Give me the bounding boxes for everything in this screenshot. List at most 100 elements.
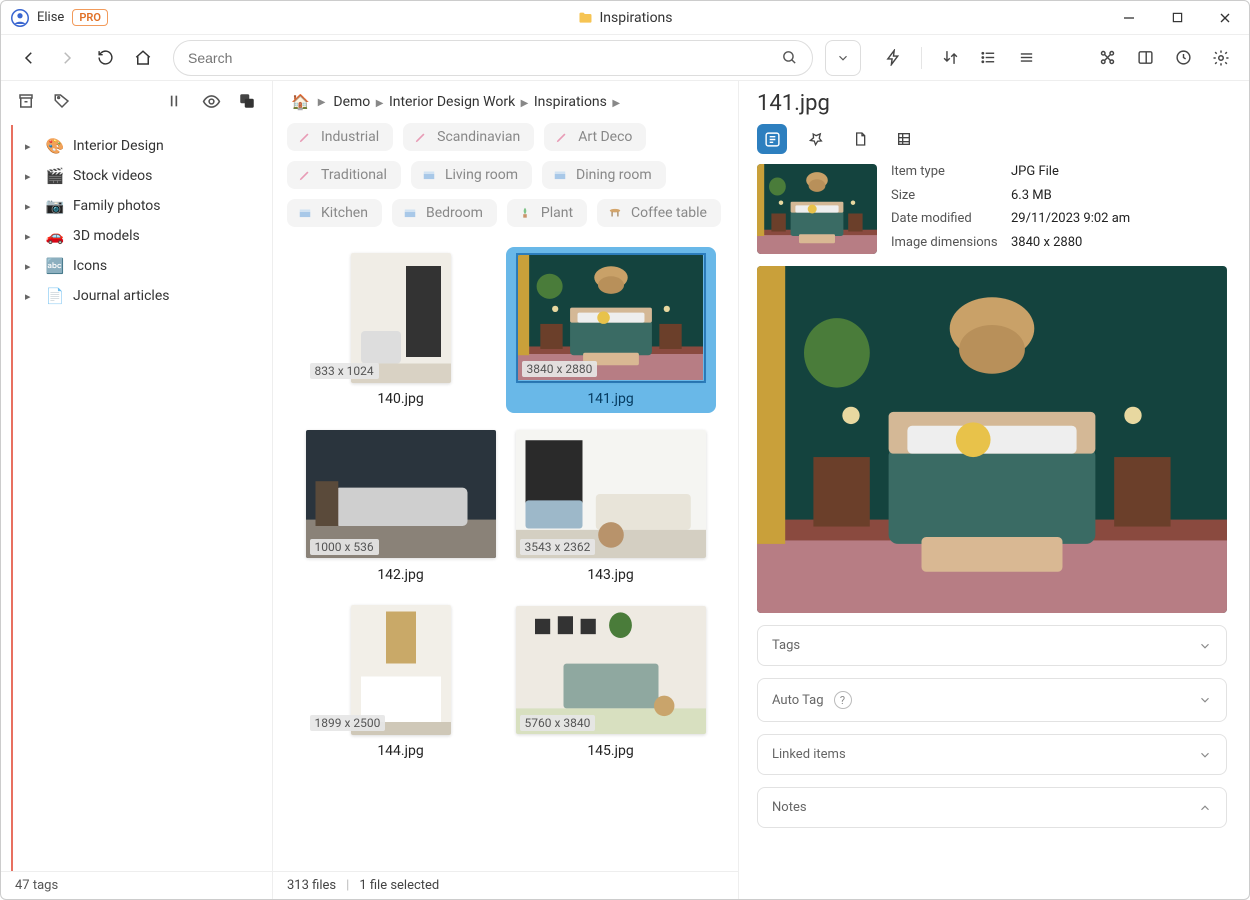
thumbnail-140-jpg[interactable]: 833 x 1024 140.jpg <box>296 247 506 413</box>
statusbar: 313 files | 1 file selected <box>273 871 738 899</box>
list-view-button[interactable] <box>972 42 1004 74</box>
thumbnail-image: 1000 x 536 <box>306 429 496 559</box>
tag-icon[interactable] <box>51 90 73 112</box>
panel-notes[interactable]: Notes <box>757 787 1227 828</box>
thumbnail-145-jpg[interactable]: 5760 x 3840 145.jpg <box>506 599 716 765</box>
thumbnail-filename: 140.jpg <box>377 391 423 407</box>
search-field[interactable] <box>173 40 813 76</box>
breadcrumb: 🏠 ▶ Demo ▶ Interior Design Work ▶ Inspir… <box>273 81 738 117</box>
thumbnail-image: 1899 x 2500 <box>306 605 496 735</box>
home-button[interactable] <box>127 42 159 74</box>
chevron-right-icon: ▶ <box>610 98 622 109</box>
details-preview <box>757 266 1227 613</box>
window-maximize-button[interactable] <box>1163 4 1191 32</box>
panel-autotag[interactable]: Auto Tag? <box>757 678 1227 722</box>
dimensions-badge: 1000 x 536 <box>310 539 379 555</box>
breadcrumb-segment[interactable]: Interior Design Work <box>389 94 515 110</box>
chevron-down-icon <box>1198 748 1212 762</box>
search-icon[interactable] <box>781 49 798 66</box>
stack-icon[interactable] <box>236 90 258 112</box>
separator <box>921 47 922 69</box>
thumbnail-143-jpg[interactable]: 3543 x 2362 143.jpg <box>506 423 716 589</box>
chip-label: Plant <box>541 205 573 221</box>
help-icon[interactable]: ? <box>834 691 852 709</box>
columns-icon[interactable] <box>164 90 186 112</box>
meta-value: 6.3 MB <box>1011 188 1130 208</box>
quick-action-button[interactable] <box>877 42 909 74</box>
dimensions-badge: 1899 x 2500 <box>310 715 386 731</box>
thumbnail-144-jpg[interactable]: 1899 x 2500 144.jpg <box>296 599 506 765</box>
panel-toggle-button[interactable] <box>1129 42 1161 74</box>
chevron-right-icon: ▶ <box>374 98 386 109</box>
meta-value: 29/11/2023 9:02 am <box>1011 211 1130 231</box>
nav-forward-button[interactable] <box>51 42 83 74</box>
sidebar-item-icons[interactable]: ▸ 🔤 Icons <box>19 251 272 281</box>
filter-chip-bedroom[interactable]: Bedroom <box>392 199 497 227</box>
folder-icon <box>577 10 593 26</box>
sort-button[interactable] <box>934 42 966 74</box>
sidebar-item-journal-articles[interactable]: ▸ 📄 Journal articles <box>19 281 272 311</box>
thumbnail-141-jpg[interactable]: 3840 x 2880 141.jpg <box>506 247 716 413</box>
breadcrumb-segment[interactable]: Demo <box>333 94 370 110</box>
chevron-down-icon <box>1198 639 1212 653</box>
filter-chip-plant[interactable]: Plant <box>507 199 587 227</box>
meta-label: Size <box>891 188 1011 208</box>
filter-chip-scandinavian[interactable]: Scandinavian <box>403 123 534 151</box>
archive-icon[interactable] <box>15 90 37 112</box>
sidebar-item-interior-design[interactable]: ▸ 🎨 Interior Design <box>19 131 272 161</box>
breadcrumb-home[interactable]: 🏠 <box>291 93 310 111</box>
panel-linked[interactable]: Linked items <box>757 734 1227 775</box>
chevron-right-icon: ▶ <box>316 97 328 108</box>
nav-back-button[interactable] <box>13 42 45 74</box>
panel-tags[interactable]: Tags <box>757 625 1227 666</box>
chevron-right-icon: ▸ <box>25 170 37 183</box>
details-tab-info[interactable] <box>757 124 787 154</box>
search-input[interactable] <box>188 50 781 66</box>
thumbnail-142-jpg[interactable]: 1000 x 536 142.jpg <box>296 423 506 589</box>
sidebar-item-3d-models[interactable]: ▸ 🚗 3D models <box>19 221 272 251</box>
sidebar-item-label: Journal articles <box>73 288 169 304</box>
eye-icon[interactable] <box>200 90 222 112</box>
filter-chip-industrial[interactable]: Industrial <box>287 123 393 151</box>
window-minimize-button[interactable] <box>1115 4 1143 32</box>
category-emoji: 🔤 <box>45 257 65 275</box>
breadcrumb-segment[interactable]: Inspirations <box>534 94 607 110</box>
sidebar-item-stock-videos[interactable]: ▸ 🎬 Stock videos <box>19 161 272 191</box>
dimensions-badge: 833 x 1024 <box>310 363 379 379</box>
category-emoji: 📷 <box>45 197 65 215</box>
window-close-button[interactable] <box>1211 4 1239 32</box>
chip-label: Living room <box>445 167 518 183</box>
table-icon <box>607 205 623 221</box>
sidebar-item-family-photos[interactable]: ▸ 📷 Family photos <box>19 191 272 221</box>
main-toolbar <box>1 35 1249 81</box>
chip-label: Scandinavian <box>437 129 520 145</box>
filter-chip-living-room[interactable]: Living room <box>411 161 532 189</box>
room-icon <box>421 167 437 183</box>
user-name: Elise <box>37 10 64 25</box>
details-tab-pin[interactable] <box>801 124 831 154</box>
history-button[interactable] <box>1167 42 1199 74</box>
meta-value: 3840 x 2880 <box>1011 235 1130 255</box>
view-options-button[interactable] <box>1010 42 1042 74</box>
search-options-button[interactable] <box>825 40 861 76</box>
filter-chip-art-deco[interactable]: Art Deco <box>544 123 646 151</box>
chip-label: Industrial <box>321 129 379 145</box>
filter-chip-kitchen[interactable]: Kitchen <box>287 199 382 227</box>
room-icon <box>297 205 313 221</box>
chevron-right-icon: ▸ <box>25 140 37 153</box>
tools-button[interactable] <box>1091 42 1123 74</box>
details-tab-grid[interactable] <box>889 124 919 154</box>
filter-chip-dining-room[interactable]: Dining room <box>542 161 666 189</box>
user-avatar-icon[interactable] <box>11 9 29 27</box>
plant-icon <box>517 205 533 221</box>
details-tab-doc[interactable] <box>845 124 875 154</box>
filter-chip-coffee-table[interactable]: Coffee table <box>597 199 721 227</box>
dimensions-badge: 3840 x 2880 <box>522 361 598 377</box>
chip-label: Art Deco <box>578 129 632 145</box>
chip-label: Kitchen <box>321 205 368 221</box>
refresh-button[interactable] <box>89 42 121 74</box>
details-title: 141.jpg <box>757 91 1227 116</box>
filter-chip-traditional[interactable]: Traditional <box>287 161 401 189</box>
dimensions-badge: 3543 x 2362 <box>520 539 596 555</box>
settings-button[interactable] <box>1205 42 1237 74</box>
